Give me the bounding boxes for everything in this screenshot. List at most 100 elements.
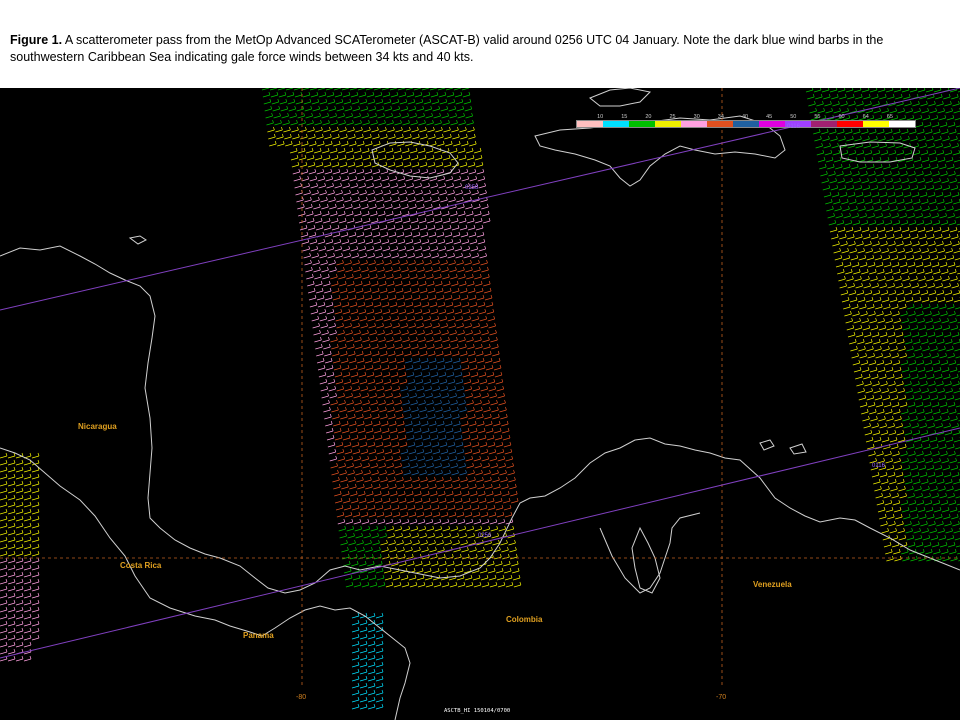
wind-barb — [366, 308, 375, 315]
wind-barb — [336, 259, 344, 266]
wind-barb — [265, 112, 273, 119]
wind-barb — [366, 434, 375, 441]
wind-barb — [499, 469, 507, 476]
wind-barb — [396, 133, 404, 140]
wind-barb — [450, 147, 458, 154]
wind-barb — [302, 182, 310, 189]
wind-barb — [381, 420, 389, 427]
wind-barb — [890, 485, 898, 492]
wind-barb — [929, 156, 938, 163]
wind-barb — [469, 483, 477, 490]
wind-barb — [338, 336, 346, 343]
wind-barb — [450, 525, 459, 532]
legend-swatch — [681, 121, 707, 127]
wind-barb — [367, 675, 376, 682]
wind-barb — [321, 266, 329, 273]
wind-barb — [306, 273, 314, 280]
wind-barb — [341, 483, 349, 490]
wind-barb — [360, 511, 369, 518]
wind-barb — [493, 357, 501, 364]
wind-barb — [430, 371, 439, 378]
wind-barb — [512, 574, 521, 581]
wind-barb — [487, 504, 496, 511]
wind-barb — [388, 350, 396, 357]
wind-barb — [424, 448, 433, 455]
wind-barb — [862, 135, 870, 142]
wind-barb — [491, 532, 499, 539]
wind-barb — [886, 135, 894, 142]
wind-barb — [399, 252, 407, 259]
wind-barb — [431, 504, 440, 511]
wind-barb — [340, 231, 349, 238]
wind-barb — [317, 301, 326, 308]
wind-barb — [268, 133, 276, 140]
wind-barb — [0, 599, 8, 606]
wind-barb — [925, 268, 933, 275]
wind-barb — [31, 564, 40, 571]
wind-barb — [31, 620, 40, 627]
wind-barb — [402, 336, 410, 343]
wind-barb — [895, 93, 903, 100]
wind-barb — [876, 499, 885, 506]
wind-barb — [953, 107, 960, 114]
wind-barb — [399, 378, 408, 385]
wind-barb — [434, 273, 442, 280]
wind-barb — [479, 497, 487, 504]
wind-barb — [331, 161, 340, 168]
wind-barb — [490, 336, 498, 343]
wind-barb — [408, 385, 417, 392]
wind-barb — [461, 175, 470, 182]
wind-barb — [393, 112, 401, 119]
wind-barb — [291, 126, 299, 133]
wind-barb — [864, 289, 873, 296]
wind-barb — [320, 322, 328, 329]
wind-barb — [427, 469, 435, 476]
wind-barb — [904, 520, 912, 527]
wind-barb — [31, 515, 40, 522]
wind-barb — [394, 147, 402, 154]
wind-barb — [393, 392, 401, 399]
wind-barb — [950, 324, 959, 331]
wind-barb — [455, 189, 463, 196]
wind-barb — [951, 191, 960, 198]
wind-barb — [861, 366, 870, 373]
wind-barb — [466, 119, 474, 126]
wind-barb — [892, 359, 901, 366]
wind-barb — [357, 301, 366, 308]
wind-barb — [305, 266, 313, 273]
wind-barb — [342, 308, 351, 315]
wind-barb — [484, 476, 492, 483]
wind-barb — [439, 441, 448, 448]
wind-barb — [356, 539, 364, 546]
wind-barb — [423, 560, 431, 567]
wind-barb — [929, 338, 937, 345]
wind-barb — [330, 399, 338, 406]
wind-barb — [895, 191, 904, 198]
wind-barb — [877, 88, 886, 93]
wind-barb — [288, 105, 297, 112]
wind-barb — [348, 168, 357, 175]
wind-barb — [306, 210, 314, 217]
wind-barb — [369, 329, 377, 336]
wind-barb — [939, 401, 948, 408]
wind-barb — [381, 546, 389, 553]
wind-barb — [908, 359, 917, 366]
wind-barb — [947, 212, 955, 219]
wind-barb — [497, 581, 506, 588]
wind-barb — [916, 359, 925, 366]
wind-barb — [915, 121, 924, 128]
wind-barb — [952, 100, 960, 107]
wind-barb — [876, 450, 884, 457]
wind-barb — [923, 492, 931, 499]
wind-barb — [359, 654, 368, 661]
wind-barb — [867, 303, 875, 310]
wind-barb — [899, 261, 908, 268]
wind-barb — [855, 373, 863, 380]
wind-barb — [935, 373, 943, 380]
orbit-track-lower — [0, 427, 960, 659]
wind-barb — [304, 196, 312, 203]
wind-barb — [335, 252, 343, 259]
wind-barb — [391, 98, 400, 105]
wind-barb — [883, 401, 892, 408]
wind-barb — [926, 415, 934, 422]
